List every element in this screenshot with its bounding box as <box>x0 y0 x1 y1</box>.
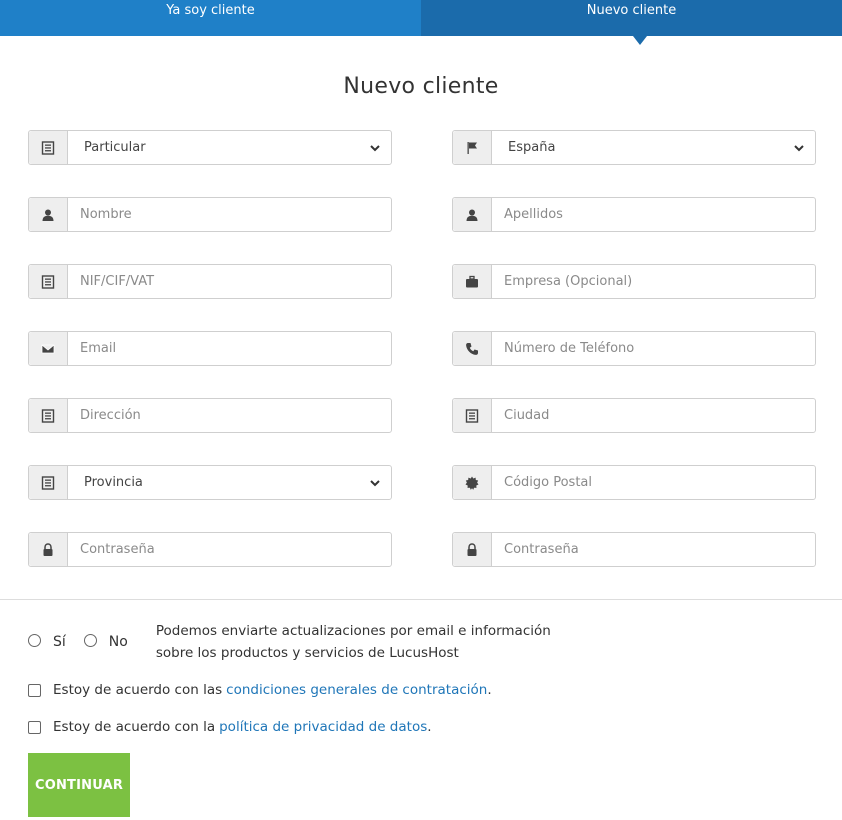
phone-input[interactable] <box>492 332 815 365</box>
list-icon <box>29 399 68 432</box>
city-input[interactable] <box>492 399 815 432</box>
tax-id-field <box>28 264 392 299</box>
lock-icon <box>453 533 492 566</box>
newsletter-consent: Sí No Podemos enviarte actualizaciones p… <box>28 620 556 664</box>
first-name-field <box>28 197 392 232</box>
continue-button[interactable]: CONTINUAR <box>28 753 130 817</box>
newsletter-yes-radio[interactable] <box>28 634 41 647</box>
newsletter-yes-label: Sí <box>53 634 66 650</box>
password-confirm-field <box>452 532 816 567</box>
privacy-checkbox[interactable] <box>28 720 41 734</box>
chevron-down-icon <box>370 144 380 151</box>
last-name-field <box>452 197 816 232</box>
page-title: Nuevo cliente <box>343 74 499 99</box>
terms-checkbox[interactable] <box>28 683 41 697</box>
phone-field <box>452 331 816 366</box>
password-input[interactable] <box>68 533 391 566</box>
province-value: Provincia <box>84 475 143 490</box>
chevron-down-icon <box>370 479 380 486</box>
terms-link[interactable]: condiciones generales de contratación <box>226 682 487 698</box>
company-field <box>452 264 816 299</box>
terms-prefix: Estoy de acuerdo con las <box>53 682 223 698</box>
terms-suffix: . <box>487 682 492 698</box>
company-input[interactable] <box>492 265 815 298</box>
badge-icon <box>453 466 492 499</box>
phone-icon <box>453 332 492 365</box>
newsletter-text: Podemos enviarte actualizaciones por ema… <box>155 623 551 661</box>
list-icon <box>29 466 68 499</box>
list-icon <box>29 131 68 164</box>
city-field <box>452 398 816 433</box>
postal-code-input[interactable] <box>492 466 815 499</box>
section-divider <box>0 599 842 600</box>
flag-icon <box>453 131 492 164</box>
country-select[interactable]: España <box>452 130 816 165</box>
tab-new-client[interactable]: Nuevo cliente <box>421 0 842 45</box>
list-icon <box>453 399 492 432</box>
province-select[interactable]: Provincia <box>28 465 392 500</box>
privacy-link[interactable]: política de privacidad de datos <box>219 719 427 735</box>
password-confirm-input[interactable] <box>492 533 815 566</box>
login-tabs: Ya soy cliente Nuevo cliente <box>0 0 842 45</box>
briefcase-icon <box>453 265 492 298</box>
tab-existing-client[interactable]: Ya soy cliente <box>0 0 421 36</box>
terms-consent: Estoy de acuerdo con las condiciones gen… <box>28 682 492 698</box>
postal-code-field <box>452 465 816 500</box>
password-field <box>28 532 392 567</box>
privacy-suffix: . <box>427 719 432 735</box>
active-tab-arrow <box>633 36 647 45</box>
tab-existing-client-label: Ya soy cliente <box>166 3 255 18</box>
customer-type-select[interactable]: Particular <box>28 130 392 165</box>
newsletter-no-radio[interactable] <box>83 634 97 647</box>
country-value: España <box>508 140 556 155</box>
tax-id-input[interactable] <box>68 265 391 298</box>
envelope-icon <box>29 332 68 365</box>
user-icon <box>453 198 492 231</box>
address-field <box>28 398 392 433</box>
privacy-consent: Estoy de acuerdo con la política de priv… <box>28 719 432 735</box>
lock-icon <box>29 533 68 566</box>
last-name-input[interactable] <box>492 198 815 231</box>
tab-new-client-label: Nuevo cliente <box>586 3 677 18</box>
user-icon <box>29 198 68 231</box>
newsletter-no-label: No <box>108 634 128 650</box>
customer-type-value: Particular <box>84 140 146 155</box>
first-name-input[interactable] <box>68 198 391 231</box>
chevron-down-icon <box>794 144 804 151</box>
list-icon <box>29 265 68 298</box>
email-field <box>28 331 392 366</box>
address-input[interactable] <box>68 399 391 432</box>
email-input[interactable] <box>68 332 391 365</box>
privacy-prefix: Estoy de acuerdo con la <box>53 719 216 735</box>
